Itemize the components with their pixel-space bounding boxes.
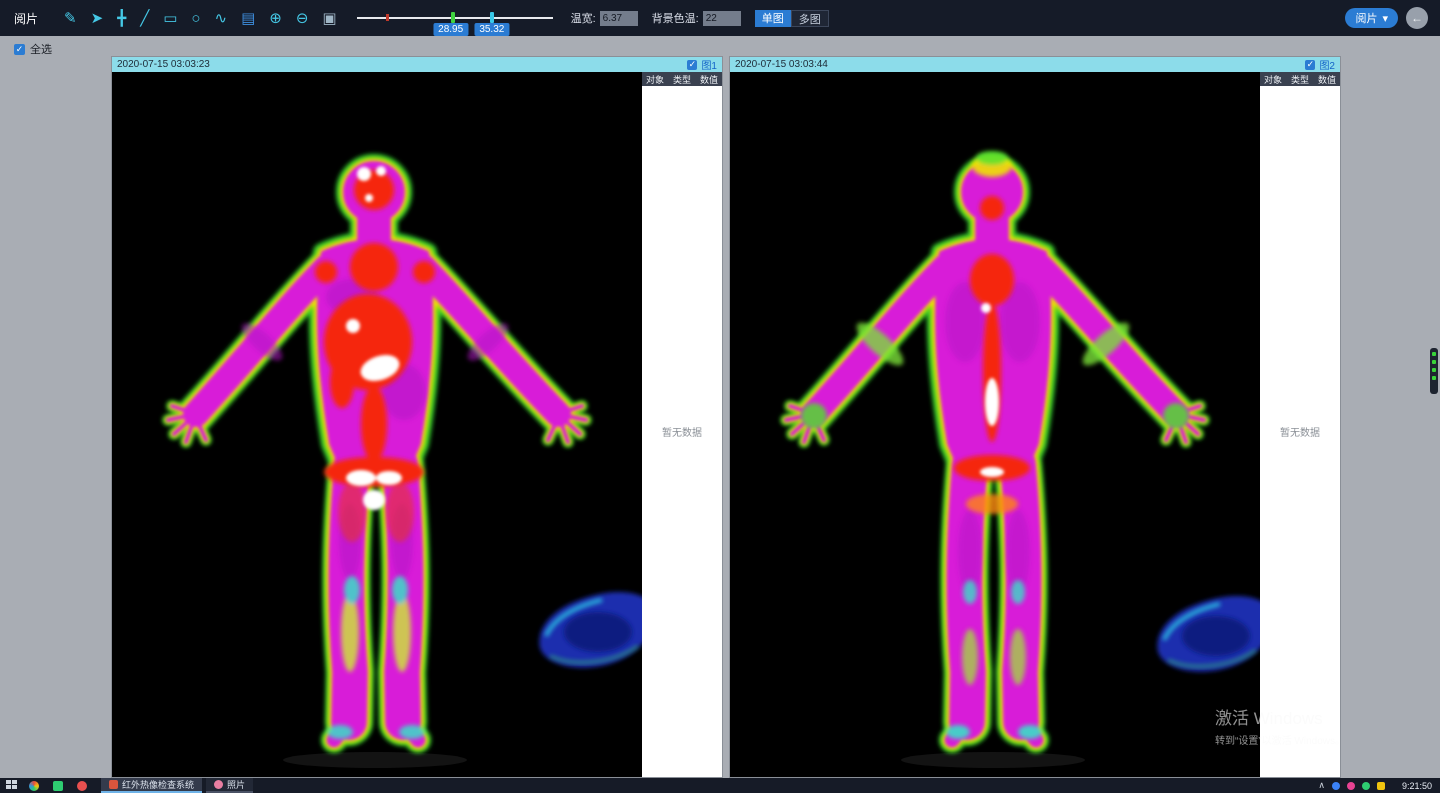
bg-temp-field[interactable]: 22 <box>703 11 741 26</box>
panel-2-label: 图2 <box>1319 57 1335 72</box>
panel-1-header: 2020-07-15 03:03:23 图1 <box>112 57 722 72</box>
taskbar-app-icon-1[interactable] <box>29 781 39 791</box>
tray-icon-3[interactable] <box>1362 782 1370 790</box>
empty-data-text-2: 暂无数据 <box>1260 86 1340 777</box>
app-title: 阅片 <box>14 10 38 27</box>
windows-logo-icon <box>12 780 17 784</box>
image-panel-1: 2020-07-15 03:03:23 图1 对象 类型 数值 暂无数 <box>112 57 722 777</box>
sidebar-2-columns: 对象 类型 数值 <box>1260 72 1340 86</box>
edge-indicator-dot <box>1432 352 1436 356</box>
column-object: 对象 <box>1264 73 1282 86</box>
edge-indicator-dot <box>1432 368 1436 372</box>
line-tool-icon[interactable]: ╱ <box>140 11 149 26</box>
taskbar-window-thermal-app[interactable]: 红外热像检查系统 <box>101 778 202 793</box>
mode-dropdown-label: 阅片 <box>1355 10 1377 26</box>
thermal-app-icon <box>109 780 118 789</box>
measurement-sidebar-1: 对象 类型 数值 暂无数据 <box>642 72 722 777</box>
tray-icon-2[interactable] <box>1347 782 1355 790</box>
panel-1-body: 对象 类型 数值 暂无数据 <box>112 72 722 777</box>
taskbar-window-photos[interactable]: 照片 <box>206 778 253 793</box>
column-value: 数值 <box>700 73 718 86</box>
column-value: 数值 <box>1318 73 1336 86</box>
chevron-down-icon: ▾ <box>1382 12 1388 25</box>
tray-chevron-icon[interactable]: ∧ <box>1318 780 1325 791</box>
taskbar-app-icon-2[interactable] <box>53 781 63 791</box>
single-image-button[interactable]: 单图 <box>755 10 791 27</box>
thermal-image-2[interactable] <box>730 72 1260 777</box>
panel-2-body: 对象 类型 数值 暂无数据 <box>730 72 1340 777</box>
zoom-in-icon[interactable]: ⊕ <box>269 11 282 26</box>
start-button[interactable] <box>6 780 19 791</box>
clock[interactable]: 9:21:50 <box>1402 781 1432 791</box>
panel-1-header-right: 图1 <box>687 57 717 72</box>
windows-logo-icon <box>6 785 11 789</box>
thermal-figure-back <box>730 72 1260 777</box>
zoom-out-icon[interactable]: ⊖ <box>296 11 309 26</box>
taskbar-window-1-title: 红外热像检查系统 <box>122 778 194 791</box>
sidebar-1-columns: 对象 类型 数值 <box>642 72 722 86</box>
panel-2-timestamp: 2020-07-15 03:03:44 <box>735 59 828 70</box>
mode-dropdown[interactable]: 阅片 ▾ <box>1345 8 1398 28</box>
panel-2-header: 2020-07-15 03:03:44 图2 <box>730 57 1340 72</box>
slider-handle-high[interactable] <box>490 12 494 23</box>
select-all-checkbox[interactable] <box>14 44 25 55</box>
slider-tick <box>386 14 389 21</box>
temp-width-label: 温宽: <box>571 10 596 26</box>
capture-tool-icon[interactable]: ▣ <box>322 11 336 26</box>
taskbar: 红外热像检查系统 照片 ∧ 9:21:50 <box>0 778 1440 793</box>
back-button[interactable]: ← <box>1406 7 1428 29</box>
column-type: 类型 <box>673 73 691 86</box>
select-all-label: 全选 <box>30 41 52 57</box>
panel-1-timestamp: 2020-07-15 03:03:23 <box>117 59 210 70</box>
image-panel-2: 2020-07-15 03:03:44 图2 对象 类型 数值 暂无数 <box>730 57 1340 777</box>
curve-tool-icon[interactable]: ∿ <box>214 11 227 26</box>
thermal-figure-front <box>112 72 642 777</box>
slider-handle-low[interactable] <box>451 12 455 23</box>
column-type: 类型 <box>1291 73 1309 86</box>
panel-1-label: 图1 <box>701 57 717 72</box>
windows-logo-icon <box>6 780 11 784</box>
crosshair-tool-icon[interactable]: ╋ <box>117 11 126 26</box>
edge-indicator-dot <box>1432 376 1436 380</box>
measurement-sidebar-2: 对象 类型 数值 暂无数据 <box>1260 72 1340 777</box>
rect-tool-icon[interactable]: ▭ <box>163 11 177 26</box>
note-tool-icon[interactable]: ▤ <box>241 11 255 26</box>
panel-1-checkbox[interactable] <box>687 60 697 70</box>
tray-icon-1[interactable] <box>1332 782 1340 790</box>
temperature-range-slider[interactable]: 28.95 35.32 <box>357 0 553 36</box>
ellipse-tool-icon[interactable]: ○ <box>191 11 200 26</box>
windows-logo-icon <box>12 785 17 789</box>
pen-tool-icon[interactable]: ✎ <box>64 11 77 26</box>
toolbar: 阅片 ✎ ➤ ╋ ╱ ▭ ○ ∿ ▤ ⊕ ⊖ ▣ 28.95 35.32 温宽:… <box>0 0 1440 36</box>
edge-indicator[interactable] <box>1430 348 1438 394</box>
bg-temp-label: 背景色温: <box>652 10 699 26</box>
panel-2-header-right: 图2 <box>1305 57 1335 72</box>
taskbar-window-2-title: 照片 <box>227 778 245 791</box>
back-arrow-icon: ← <box>1411 11 1423 25</box>
column-object: 对象 <box>646 73 664 86</box>
select-all[interactable]: 全选 <box>14 41 52 57</box>
empty-data-text-1: 暂无数据 <box>642 86 722 777</box>
slider-high-value: 35.32 <box>474 23 509 36</box>
slider-low-value: 28.95 <box>433 23 468 36</box>
photos-app-icon <box>214 780 223 789</box>
multi-image-button[interactable]: 多图 <box>791 10 829 27</box>
taskbar-app-icon-3[interactable] <box>77 781 87 791</box>
panel-2-checkbox[interactable] <box>1305 60 1315 70</box>
thermal-image-1[interactable] <box>112 72 642 777</box>
system-tray: ∧ 9:21:50 <box>1318 780 1440 791</box>
cursor-tool-icon[interactable]: ➤ <box>91 11 104 26</box>
edge-indicator-dot <box>1432 360 1436 364</box>
tray-icon-4[interactable] <box>1377 782 1385 790</box>
toolbar-right: 阅片 ▾ ← <box>1345 7 1440 29</box>
tool-group: ✎ ➤ ╋ ╱ ▭ ○ ∿ ▤ ⊕ ⊖ ▣ <box>64 11 337 26</box>
temp-width-field[interactable]: 6.37 <box>600 11 638 26</box>
